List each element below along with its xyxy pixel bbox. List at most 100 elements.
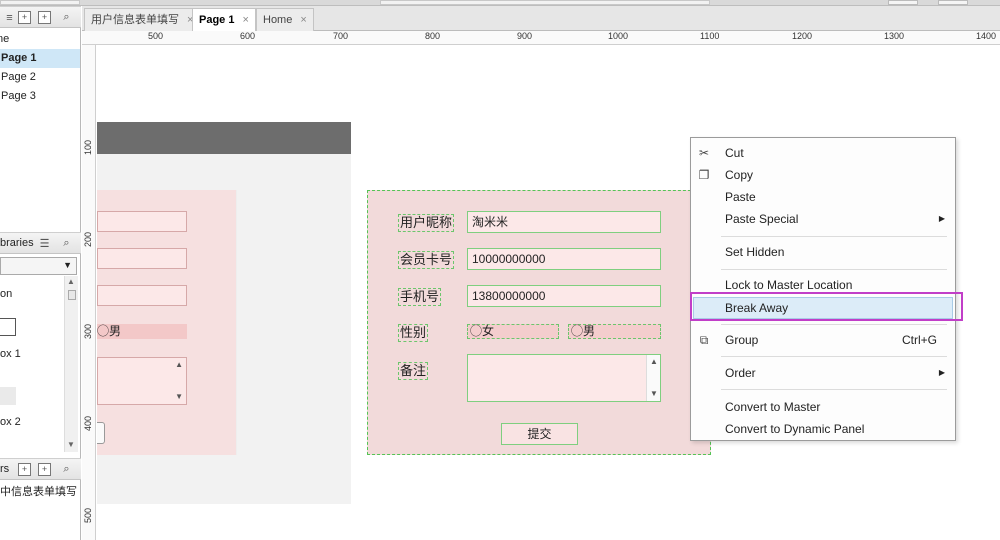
toolbar-control[interactable]	[938, 0, 968, 5]
scroll-up-icon[interactable]: ▲	[67, 277, 75, 286]
library-scrollbar[interactable]: ▲ ▼	[64, 276, 78, 452]
menu-separator	[721, 236, 947, 237]
vertical-ruler: 100 200 300 400 500	[82, 45, 96, 540]
search-icon[interactable]: ⌕	[60, 463, 73, 476]
tab-page1[interactable]: Page 1 ×	[192, 8, 256, 32]
toolbar-segment	[0, 0, 80, 5]
scroll-thumb[interactable]	[68, 290, 76, 300]
scroll-up-icon: ▲	[175, 360, 183, 369]
context-menu: ✂ Cut ❐ Copy Paste Paste Special ▶ Set H…	[690, 137, 956, 441]
ruler-label: 700	[333, 31, 349, 41]
radio-female[interactable]: ◯女	[467, 324, 559, 339]
ruler-label: 400	[83, 415, 93, 431]
partial-input[interactable]	[97, 211, 187, 232]
ruler-label: 1200	[792, 31, 813, 41]
menu-item-convert-master[interactable]: Convert to Master	[691, 397, 955, 417]
library-item[interactable]: ox 2	[0, 416, 21, 428]
search-icon[interactable]: ⌕	[60, 237, 73, 250]
ruler-label: 300	[83, 323, 93, 339]
radio-male[interactable]: ◯男	[568, 324, 661, 339]
page-item-page2[interactable]: Page 2	[0, 68, 80, 87]
ruler-label: 1000	[608, 31, 629, 41]
partial-input[interactable]	[97, 285, 187, 306]
chevron-down-icon: ▼	[63, 260, 72, 270]
library-widget-preview[interactable]	[0, 318, 16, 336]
library-item[interactable]: on	[0, 288, 12, 300]
left-sidebar: ≡ + + ⌕ ne Page 1 Page 2 Page 3 braries …	[0, 6, 81, 540]
nickname-label: 用户昵称	[398, 214, 455, 232]
partial-button[interactable]	[97, 422, 105, 444]
menu-item-group[interactable]: ⧉ Group Ctrl+G	[691, 330, 955, 350]
partial-input[interactable]	[97, 248, 187, 269]
ruler-label: 1300	[884, 31, 905, 41]
copy-icon: ❐	[698, 168, 710, 182]
partial-textarea[interactable]: ▲ ▼	[97, 357, 187, 405]
toolbar-segment	[380, 0, 710, 5]
menu-item-paste[interactable]: Paste	[691, 187, 955, 207]
ruler-label: 500	[148, 31, 164, 41]
ruler-label: 600	[240, 31, 256, 41]
submenu-arrow-icon: ▶	[938, 368, 945, 377]
page-item-page3[interactable]: Page 3	[0, 87, 80, 106]
libraries-title: braries	[0, 237, 34, 249]
menu-separator	[721, 356, 947, 357]
ruler-label: 200	[83, 231, 93, 247]
menu-item-copy[interactable]: ❐ Copy	[691, 165, 955, 185]
add-folder-icon[interactable]: +	[38, 11, 51, 24]
ruler-label: 1400	[976, 31, 997, 41]
scroll-down-icon[interactable]: ▼	[650, 389, 658, 398]
tab-user-form[interactable]: 用户信息表单填写 ×	[84, 8, 201, 31]
library-select[interactable]: ▼	[0, 257, 77, 275]
menu-item-convert-dynamic-panel[interactable]: Convert to Dynamic Panel	[691, 419, 955, 439]
close-icon[interactable]: ×	[242, 14, 248, 26]
horizontal-ruler: 500 600 700 800 900 1000 1100 1200 1300 …	[82, 31, 1000, 45]
scissors-icon: ✂	[698, 146, 710, 160]
close-icon[interactable]: ×	[300, 14, 306, 26]
menu-item-cut[interactable]: ✂ Cut	[691, 143, 955, 163]
toolbar-control[interactable]	[888, 0, 918, 5]
master-item[interactable]: 中信息表单填写	[0, 483, 77, 499]
phone-label: 手机号	[398, 288, 442, 306]
scroll-up-icon[interactable]: ▲	[650, 357, 658, 366]
masters-panel-header: rs + + ⌕	[0, 458, 81, 480]
library-widget-preview[interactable]	[0, 387, 16, 405]
annotation-highlight-box	[690, 292, 963, 321]
ruler-label: 500	[83, 507, 93, 523]
ruler-label: 100	[83, 139, 93, 155]
card-number-label: 会员卡号	[398, 251, 455, 269]
menu-item-order[interactable]: Order ▶	[691, 363, 955, 383]
remark-textarea[interactable]: ▲ ▼	[467, 354, 661, 402]
page-list-icon[interactable]: ≡	[3, 11, 16, 24]
ruler-label: 900	[517, 31, 533, 41]
search-icon[interactable]: ⌕	[60, 11, 73, 24]
libraries-panel-header: braries ☰ ⌕	[0, 232, 81, 254]
scroll-down-icon[interactable]: ▼	[67, 440, 75, 449]
submenu-arrow-icon: ▶	[938, 214, 945, 223]
partial-form-widget[interactable]	[97, 190, 237, 455]
page-item-page1[interactable]: Page 1	[0, 49, 80, 68]
add-master-icon[interactable]: +	[18, 463, 31, 476]
pages-panel-header: ≡ + + ⌕	[0, 6, 81, 28]
page-item-home[interactable]: ne	[0, 30, 77, 49]
tab-home[interactable]: Home ×	[256, 8, 314, 31]
library-item[interactable]: ox 1	[0, 348, 21, 360]
gender-label: 性别	[398, 324, 429, 342]
add-page-icon[interactable]: +	[18, 11, 31, 24]
group-icon: ⧉	[699, 333, 709, 347]
submit-button[interactable]: 提交	[501, 423, 578, 445]
scroll-down-icon: ▼	[175, 392, 183, 401]
remark-label: 备注	[398, 362, 429, 380]
partial-radio[interactable]: ◯男	[97, 324, 187, 339]
menu-icon[interactable]: ☰	[38, 237, 51, 250]
card-number-input[interactable]: 10000000000	[467, 248, 661, 270]
masters-title: rs	[0, 463, 10, 475]
ruler-label: 1100	[700, 31, 720, 41]
header-bar-widget[interactable]	[97, 122, 351, 154]
textarea-scrollbar[interactable]: ▲ ▼	[646, 355, 660, 401]
user-info-form[interactable]: 用户昵称 淘米米 会员卡号 10000000000 手机号 1380000000…	[367, 190, 711, 455]
add-folder-icon[interactable]: +	[38, 463, 51, 476]
menu-item-set-hidden[interactable]: Set Hidden	[691, 242, 955, 262]
phone-input[interactable]: 13800000000	[467, 285, 661, 307]
nickname-input[interactable]: 淘米米	[467, 211, 661, 233]
menu-item-paste-special[interactable]: Paste Special ▶	[691, 209, 955, 229]
